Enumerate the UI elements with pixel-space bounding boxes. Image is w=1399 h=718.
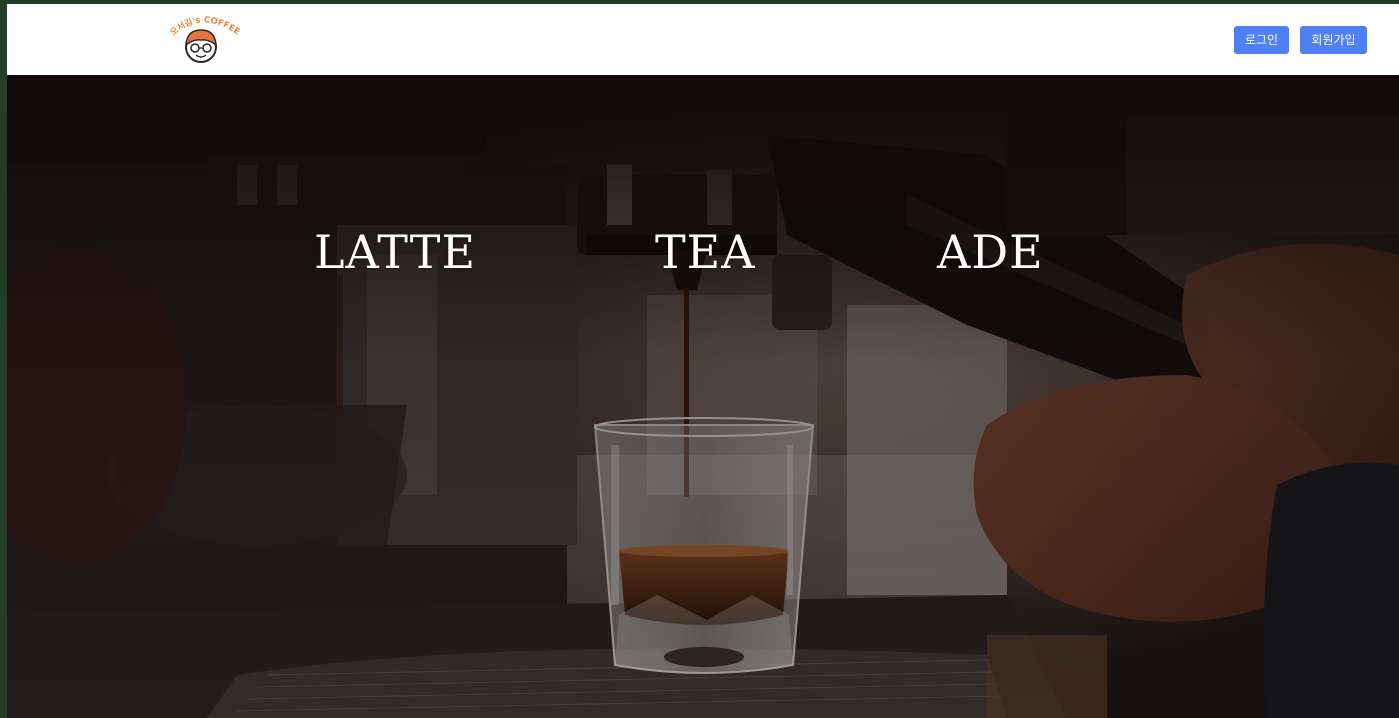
- top-navigation-bar: 오서김's COFFEE 로그인 회원가입: [7, 4, 1399, 75]
- espresso-machine-photo: [7, 75, 1399, 718]
- browser-viewport: 오서김's COFFEE 로그인 회원가입 LATTE TEA ADE: [7, 4, 1399, 718]
- barista-face-logo-icon: 오서김's COFFEE: [169, 15, 242, 63]
- login-button[interactable]: 로그인: [1234, 26, 1289, 54]
- menu-latte-link[interactable]: LATTE: [314, 225, 476, 279]
- menu-tea-link[interactable]: TEA: [655, 225, 755, 279]
- hero-banner: LATTE TEA ADE: [7, 75, 1399, 718]
- signup-button[interactable]: 회원가입: [1300, 26, 1367, 54]
- menu-ade-link[interactable]: ADE: [937, 225, 1044, 279]
- brand-logo[interactable]: 오서김's COFFEE: [165, 14, 245, 66]
